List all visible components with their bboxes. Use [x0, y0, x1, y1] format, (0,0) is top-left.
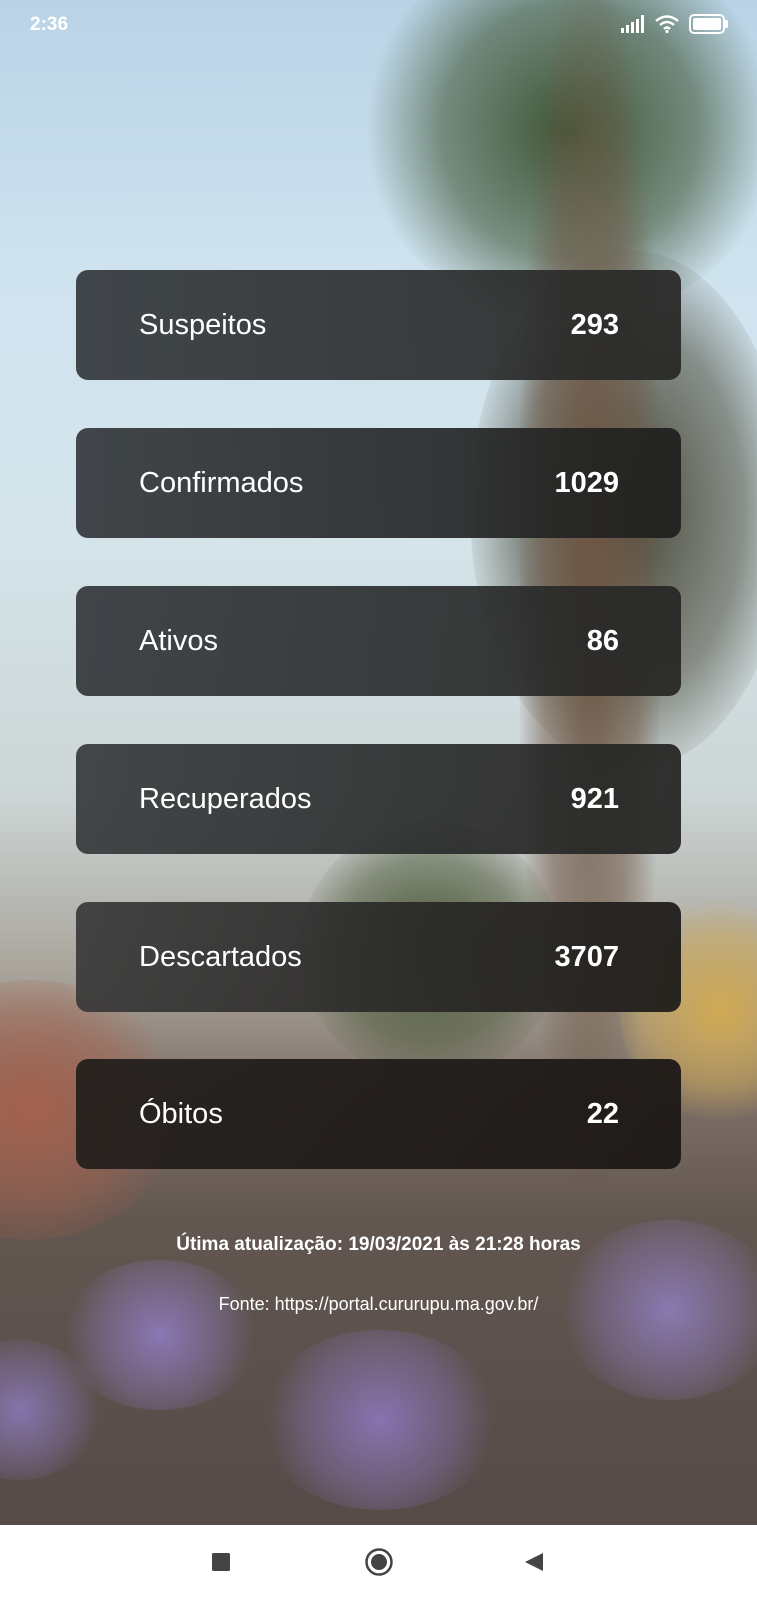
card-value: 3707 [554, 940, 619, 973]
battery-icon [689, 14, 729, 39]
status-bar: 2:36 [0, 0, 757, 52]
home-icon[interactable] [362, 1545, 396, 1579]
card-label: Suspeitos [139, 308, 267, 341]
card-value: 1029 [554, 466, 619, 499]
back-icon[interactable] [517, 1545, 551, 1579]
card-value: 921 [570, 782, 619, 815]
recents-icon[interactable] [204, 1545, 238, 1579]
card-confirmados: Confirmados 1029 [76, 428, 681, 538]
card-obitos: Óbitos 22 [76, 1059, 681, 1169]
card-ativos: Ativos 86 [76, 586, 681, 696]
card-label: Recuperados [139, 782, 312, 815]
card-value: 22 [586, 1097, 619, 1130]
card-value: 293 [570, 308, 619, 341]
card-descartados: Descartados 3707 [76, 902, 681, 1012]
card-value: 86 [586, 624, 619, 657]
status-time: 2:36 [30, 14, 69, 35]
signal-icon [621, 15, 645, 38]
navigation-bar [0, 1525, 757, 1600]
card-label: Ativos [139, 624, 218, 657]
card-suspeitos: Suspeitos 293 [76, 270, 681, 380]
source-link[interactable]: Fonte: https://portal.cururupu.ma.gov.br… [0, 1294, 757, 1315]
card-label: Confirmados [139, 466, 304, 499]
card-label: Descartados [139, 940, 302, 973]
card-label: Óbitos [139, 1097, 223, 1130]
card-recuperados: Recuperados 921 [76, 744, 681, 854]
wifi-icon [655, 15, 679, 38]
last-update-text: Útima atualização: 19/03/2021 às 21:28 h… [176, 1234, 581, 1255]
